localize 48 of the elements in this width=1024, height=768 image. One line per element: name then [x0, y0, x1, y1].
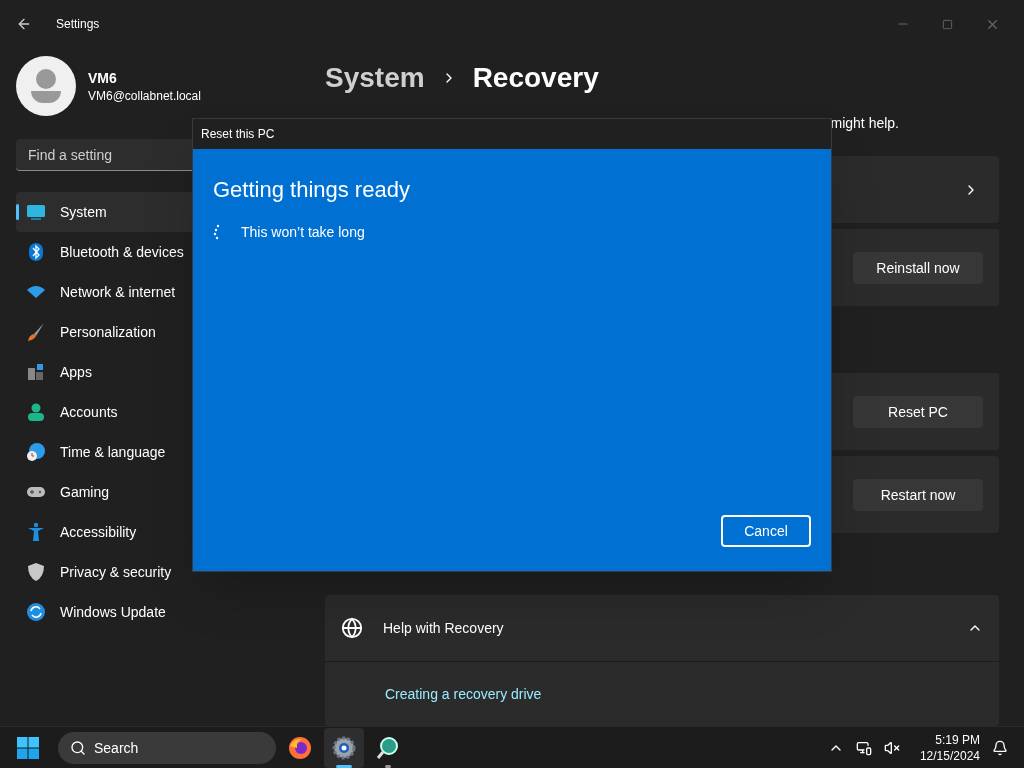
action-button[interactable]: Restart now: [853, 478, 983, 511]
globe-clock-icon: [26, 442, 46, 462]
action-button[interactable]: Reinstall now: [853, 251, 983, 284]
shield-icon: [26, 562, 46, 582]
bluetooth-icon: [26, 242, 46, 262]
nav-item[interactable]: Personalization: [16, 312, 300, 352]
user-name: VM6: [88, 69, 118, 88]
magnifier-globe-icon: [376, 735, 400, 760]
cancel-button[interactable]: Cancel: [721, 515, 811, 547]
action-button[interactable]: Reset PC: [853, 395, 983, 428]
sync-icon: [26, 602, 46, 622]
nav-item[interactable]: Privacy & security: [16, 552, 300, 592]
nav-item[interactable]: Network & internet: [16, 272, 300, 312]
nav-item[interactable]: Windows Update: [16, 592, 300, 632]
firefox-icon: [288, 735, 312, 760]
window-title: Settings: [56, 16, 100, 32]
user-email: VM6@collabnet.local: [88, 88, 201, 104]
gear-icon: [332, 735, 356, 760]
muted-speaker-icon[interactable]: [883, 739, 900, 756]
nav-item[interactable]: Accounts: [16, 392, 300, 432]
nav-item[interactable]: Gaming: [16, 472, 300, 512]
avatar: [16, 56, 76, 116]
breadcrumb-parent[interactable]: System: [325, 57, 425, 99]
notification-icon[interactable]: [992, 739, 1008, 756]
help-header[interactable]: Help with Recovery: [325, 595, 999, 661]
selection-indicator: [16, 204, 19, 220]
loading-icon: [213, 224, 221, 240]
help-link[interactable]: Creating a recovery drive: [385, 684, 999, 704]
taskbar-search[interactable]: Search: [58, 731, 276, 764]
monitor-icon: [26, 202, 46, 222]
nav-item[interactable]: Time & language: [16, 432, 300, 472]
running-indicator: [336, 764, 352, 768]
nav-item[interactable]: Apps: [16, 352, 300, 392]
search-icon: [70, 739, 86, 756]
clock-time[interactable]: 5:19 PM: [935, 731, 980, 748]
page-title: Recovery: [472, 61, 599, 95]
accessibility-icon: [26, 522, 46, 542]
nav-item[interactable]: Accessibility: [16, 512, 300, 552]
running-indicator: [385, 764, 391, 768]
person-icon: [26, 402, 46, 422]
clock-date[interactable]: 12/15/2024: [919, 747, 980, 764]
taskbar-app[interactable]: [324, 727, 364, 768]
back-icon[interactable]: [16, 16, 32, 32]
dialog-title: Reset this PC: [201, 126, 275, 142]
network-icon[interactable]: [855, 739, 872, 756]
apps-icon: [26, 362, 46, 382]
start-icon[interactable]: [16, 735, 40, 760]
globe-icon: [341, 617, 363, 639]
